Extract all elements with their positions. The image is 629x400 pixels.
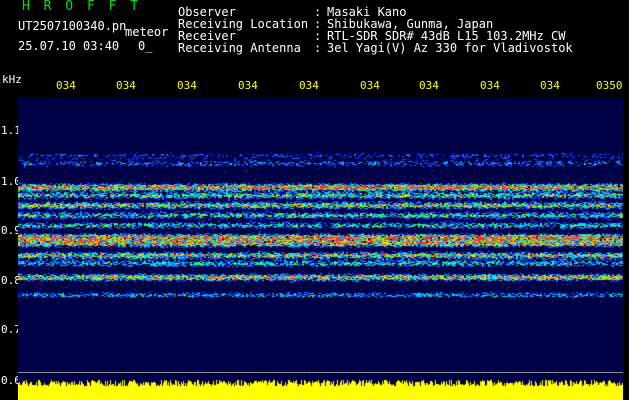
time-tick-label: 034 xyxy=(56,79,76,92)
frequency-unit-label: kHz xyxy=(2,73,22,86)
time-tick-label: 034 xyxy=(480,79,500,92)
noise-baseline xyxy=(18,372,623,373)
time-tick-label: 0350 xyxy=(596,79,623,92)
antenna-colon: : xyxy=(314,41,322,55)
spectrogram xyxy=(18,97,623,400)
time-tick-label: 034 xyxy=(360,79,380,92)
time-tick-label: 034 xyxy=(177,79,197,92)
meteor-counter: 0_ xyxy=(138,39,153,53)
time-tick-label: 034 xyxy=(238,79,258,92)
time-tick-label: 034 xyxy=(116,79,136,92)
antenna-label: Receiving Antenna xyxy=(178,41,301,55)
file-name: UT2507100340.pn xyxy=(18,19,127,33)
antenna-value: 3el Yagi(V) Az 330 for Vladivostok xyxy=(327,41,573,55)
datetime: 25.07.10 03:40 xyxy=(18,39,120,53)
meteor-label: meteor xyxy=(125,25,169,39)
time-tick-label: 034 xyxy=(419,79,439,92)
time-tick-label: 034 xyxy=(299,79,319,92)
time-tick-label: 034 xyxy=(540,79,560,92)
hrofft-window: H R O F F T UT2507100340.pn meteor 25.07… xyxy=(0,0,629,400)
app-name: H R O F F T xyxy=(22,0,142,14)
